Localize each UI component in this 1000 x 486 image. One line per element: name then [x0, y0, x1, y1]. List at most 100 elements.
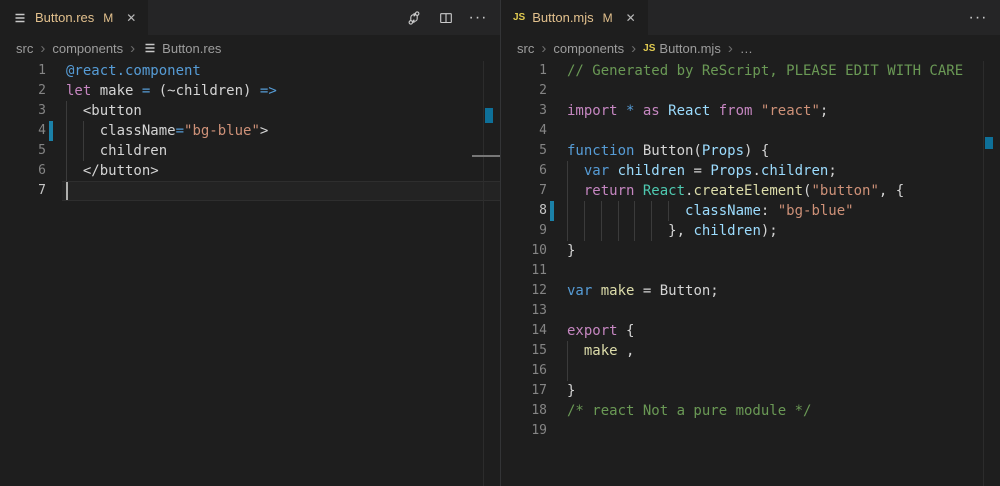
code-token: ; [828, 163, 836, 179]
line-number: 2 [0, 81, 46, 101]
code-token: "bg-blue" [184, 123, 260, 139]
code-token: Props [710, 163, 752, 179]
code-line-content: children [66, 141, 167, 161]
code-token: className [66, 123, 176, 139]
split-editor-button[interactable] [434, 6, 458, 30]
chevron-right-icon: › [540, 41, 547, 56]
indent-guide [567, 361, 568, 381]
line-number: 15 [501, 341, 547, 361]
tabs-container: Button.resM✕ [0, 0, 148, 35]
line-number: 3 [0, 101, 46, 121]
breadcrumb: src›components›JSButton.mjs›… [501, 35, 1000, 61]
code-token: => [260, 83, 277, 99]
line-number: 2 [501, 81, 547, 101]
code-line[interactable]: 6 var children = Props.children; [501, 161, 1000, 181]
editor-group-right: JSButton.mjsM✕···src›components›JSButton… [500, 0, 1000, 486]
code-line[interactable]: 2let make = (~children) => [0, 81, 500, 101]
code-line-content: <button [66, 101, 142, 121]
js-file-icon: JS [643, 43, 655, 54]
line-number: 1 [501, 61, 547, 81]
code-line[interactable]: 5 children [0, 141, 500, 161]
code-token: children [761, 163, 828, 179]
code-line[interactable]: 4 [501, 121, 1000, 141]
breadcrumb-item-components[interactable]: components [52, 41, 123, 56]
code-token: "bg-blue" [778, 203, 854, 219]
code-line[interactable]: 9 }, children); [501, 221, 1000, 241]
code-line[interactable]: 12var make = Button; [501, 281, 1000, 301]
breadcrumb-label: Button.mjs [659, 41, 720, 56]
code-token: children [66, 143, 167, 159]
open-changes-icon [406, 10, 422, 26]
code-line[interactable]: 7 return React.createElement("button", { [501, 181, 1000, 201]
code-line[interactable]: 10} [501, 241, 1000, 261]
code-token: React [643, 183, 685, 199]
code-line-content: className="bg-blue"> [66, 121, 268, 141]
code-line[interactable]: 4 className="bg-blue"> [0, 121, 500, 141]
code-line[interactable]: 3 <button [0, 101, 500, 121]
code-line[interactable]: 15 make , [501, 341, 1000, 361]
breadcrumb-item-buttonmjs[interactable]: JS Button.mjs [643, 41, 721, 56]
breadcrumb-label: src [517, 41, 534, 56]
code-line[interactable]: 16 [501, 361, 1000, 381]
line-number: 13 [501, 301, 547, 321]
text-cursor [66, 182, 68, 200]
close-icon[interactable]: ✕ [126, 12, 136, 24]
line-number: 8 [501, 201, 547, 221]
line-number: 7 [0, 181, 46, 201]
code-line[interactable]: 14 export { [501, 321, 1000, 341]
code-line[interactable]: 13 [501, 301, 1000, 321]
overview-ruler [483, 61, 484, 486]
tab-bar: JSButton.mjsM✕ ··· [501, 0, 1000, 35]
code-line-content: import * as React from "react"; [567, 101, 828, 121]
code-line-content: export { [567, 321, 634, 341]
close-icon[interactable]: ✕ [626, 12, 636, 24]
code-line[interactable]: 17} [501, 381, 1000, 401]
code-token: className [685, 203, 761, 219]
code-token: createElement [693, 183, 803, 199]
code-line[interactable]: 11 [501, 261, 1000, 281]
breadcrumb-item-components[interactable]: components [553, 41, 624, 56]
code-token [567, 163, 584, 179]
code-token: /* react Not a pure module */ [567, 403, 811, 419]
code-line[interactable]: 6 </button> [0, 161, 500, 181]
line-number: 14 [501, 321, 547, 341]
breadcrumb-label: src [16, 41, 33, 56]
code-line[interactable]: 5function Button(Props) { [501, 141, 1000, 161]
code-line[interactable]: 19 [501, 421, 1000, 441]
tab-button-res[interactable]: Button.resM✕ [0, 0, 148, 35]
breadcrumb-item-src[interactable]: src [517, 41, 534, 56]
code-line[interactable]: 8 className: "bg-blue" [501, 201, 1000, 221]
code-token: // Generated by ReScript, PLEASE EDIT WI… [567, 63, 963, 79]
code-line[interactable]: 1 // Generated by ReScript, PLEASE EDIT W… [501, 61, 1000, 81]
breadcrumb-label: Button.res [162, 41, 221, 56]
code-line[interactable]: 18/* react Not a pure module */ [501, 401, 1000, 421]
code-token: > [260, 123, 268, 139]
code-editor[interactable]: 1 // Generated by ReScript, PLEASE EDIT W… [501, 61, 1000, 486]
tab-button-mjs[interactable]: JSButton.mjsM✕ [501, 0, 648, 35]
breadcrumb-item-[interactable]: … [740, 41, 753, 56]
line-number: 17 [501, 381, 547, 401]
chevron-right-icon: › [129, 41, 136, 56]
chevron-right-icon: › [630, 41, 637, 56]
code-token: ; [820, 103, 828, 119]
line-number: 12 [501, 281, 547, 301]
more-actions-button[interactable]: ··· [466, 6, 490, 30]
code-token: <button [66, 103, 142, 119]
vscode-window: Button.resM✕ ··· src › components › Button.res… [0, 0, 1000, 486]
code-token: var [584, 163, 618, 179]
code-token: children [618, 163, 685, 179]
code-line[interactable]: 3import * as React from "react"; [501, 101, 1000, 121]
file-lines-icon [142, 40, 158, 56]
code-token: function [567, 143, 643, 159]
tab-label: Button.res [35, 10, 94, 25]
breadcrumb-item-src[interactable]: src [16, 41, 33, 56]
code-line[interactable]: 2 [501, 81, 1000, 101]
code-editor[interactable]: 1@react.component2let make = (~children)… [0, 61, 500, 486]
more-actions-button[interactable]: ··· [966, 6, 990, 30]
open-changes-button[interactable] [402, 6, 426, 30]
code-line[interactable]: 7 [0, 181, 500, 201]
code-line[interactable]: 1@react.component [0, 61, 500, 81]
code-token: Button( [643, 143, 702, 159]
breadcrumb-item-buttonres[interactable]: Button.res [142, 40, 221, 56]
chevron-right-icon: › [39, 41, 46, 56]
